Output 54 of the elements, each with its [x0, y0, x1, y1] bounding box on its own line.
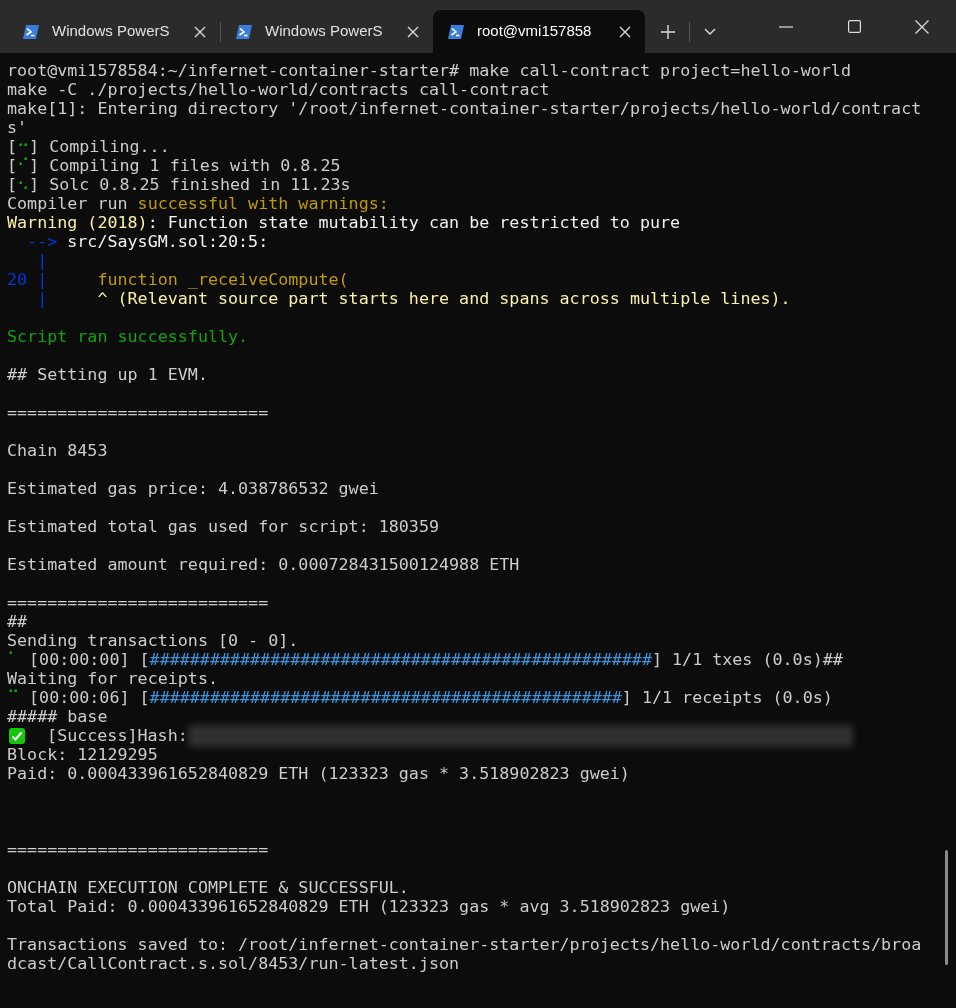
terminal-line: dcast/CallContract.s.sol/8453/run-latest.json — [7, 953, 460, 973]
terminal-line: Sending transactions [0 - 0]. — [7, 630, 299, 650]
terminal-icon — [22, 23, 40, 40]
terminal-line: [⠒] Compiling... — [7, 136, 170, 156]
tab-title: root@vmi157858 — [477, 21, 592, 42]
terminal-line: Chain 8453 — [7, 440, 108, 460]
terminal-line: Script ran successfully. — [7, 326, 249, 346]
terminal-line: make[1]: Entering directory '/root/infernet-container-starter/projects/hello-world/contract — [7, 98, 922, 118]
terminal-line: [⠢] Solc 0.8.25 finished in 11.23s — [7, 174, 351, 194]
terminal-line: ========================== — [7, 402, 269, 422]
terminal-line: Estimated total gas used for script: 180359 — [7, 516, 439, 536]
close-icon[interactable] — [194, 25, 206, 38]
terminal-line: ##### base — [7, 706, 108, 726]
tab[interactable]: Windows PowerS — [221, 10, 433, 53]
terminal-line: make -C ./projects/hello-world/contracts call-contract — [7, 79, 550, 99]
terminal-line: Waiting for receipts. — [7, 668, 218, 688]
terminal-line: --> src/SaysGM.sol:20:5: — [26, 231, 269, 251]
terminal-line: Estimated gas price: 4.038786532 gwei — [7, 478, 379, 498]
terminal-line: ⠁ [00:00:00] [##################################################] 1/1 txes (0.0s)## — [7, 649, 843, 669]
new-tab-icon[interactable] — [661, 24, 675, 39]
terminal-line: root@vmi1578584:~/infernet-container-starter# make call-contract project=hello-world — [7, 60, 851, 80]
terminal-icon — [235, 23, 253, 40]
terminal-line: ========================== — [7, 592, 269, 612]
tab[interactable]: root@vmi157858 — [433, 10, 645, 53]
terminal-line: ⠉ [00:00:06] [###############################################] 1/1 receipts (0.0s) — [7, 687, 833, 707]
tab-title: Windows PowerS — [265, 21, 383, 42]
close-icon[interactable] — [407, 25, 419, 38]
terminal-line: ONCHAIN EXECUTION COMPLETE & SUCCESSFUL. — [7, 877, 409, 897]
terminal-line: Paid: 0.000433961652840829 ETH (123323 gas * 3.518902823 gwei) — [7, 763, 630, 783]
terminal-line: Total Paid: 0.000433961652840829 ETH (123323 gas * avg 3.518902823 gwei) — [7, 896, 731, 916]
tab-title: Windows PowerS — [52, 21, 170, 42]
terminal-line: ## Setting up 1 EVM. — [7, 364, 208, 384]
terminal-line: s' — [7, 117, 28, 137]
minimize-icon[interactable] — [779, 25, 793, 28]
close-icon[interactable] — [619, 25, 631, 38]
terminal-line: ## — [7, 611, 28, 631]
terminal-line: 20 | function _receiveCompute( — [7, 269, 349, 289]
scrollbar-thumb[interactable] — [945, 850, 948, 965]
dropdown-icon[interactable] — [704, 27, 716, 36]
close-icon[interactable] — [915, 19, 929, 34]
terminal-line: Block: 12129295 — [7, 744, 158, 764]
check-icon — [9, 727, 25, 744]
terminal-line: Estimated amount required: 0.000728431500124988 ETH — [7, 554, 520, 574]
terminal-line: Warning (2018): Function state mutability can be restricted to pure — [7, 212, 681, 232]
terminal-line: [⠊] Compiling 1 files with 0.8.25 — [7, 155, 341, 175]
terminal-line: | ^ (Relevant source part starts here and spans across multiple lines). — [36, 288, 791, 308]
terminal-line: [Success]Hash: — [46, 726, 188, 745]
terminal-icon — [447, 23, 465, 40]
terminal-line: Transactions saved to: /root/infernet-container-starter/projects/hello-world/contracts/broa — [7, 934, 922, 954]
terminal-line: | — [36, 250, 48, 270]
terminal-line: Compiler run successful with warnings: — [7, 193, 389, 213]
tab[interactable]: Windows PowerS — [8, 10, 220, 53]
maximize-icon[interactable] — [847, 20, 861, 33]
terminal-line: ========================== — [7, 839, 269, 859]
